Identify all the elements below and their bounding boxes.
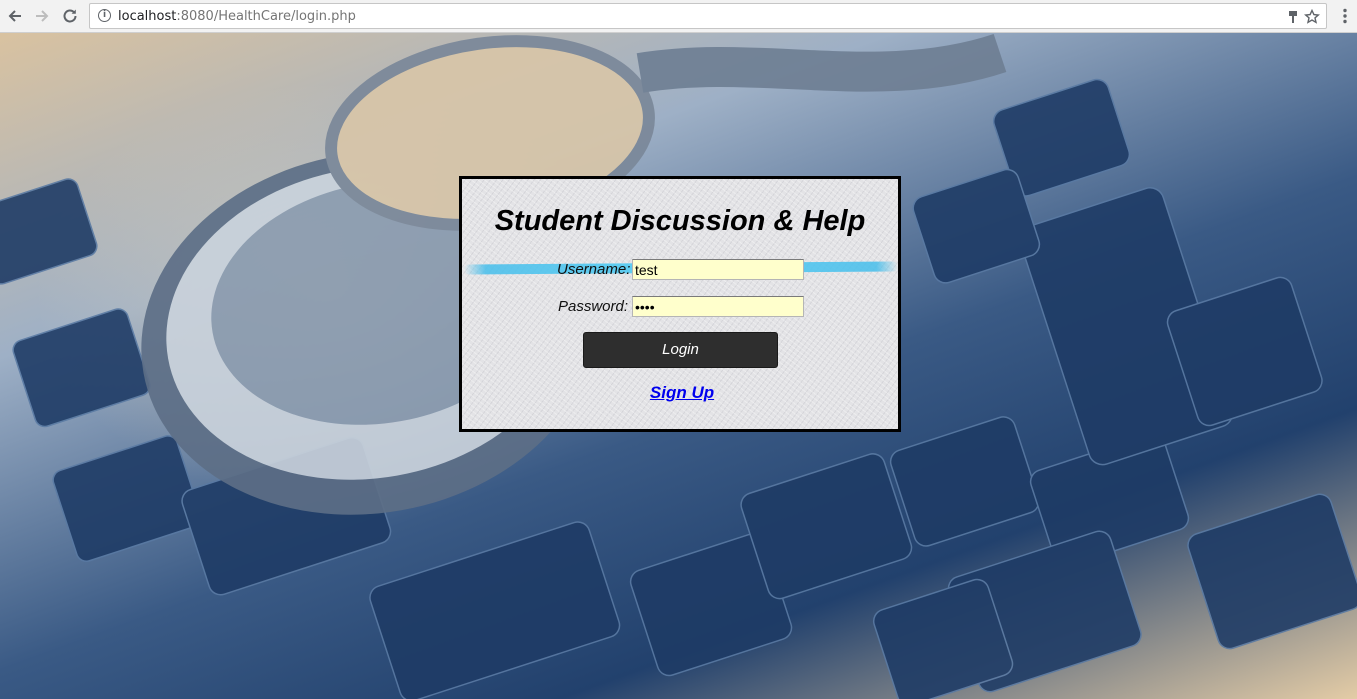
address-bar[interactable]: i localhost:8080/HealthCare/login.php [89,3,1327,29]
password-label: Password: [558,298,629,315]
username-label: Username: [557,261,631,278]
password-input[interactable] [632,296,804,317]
site-info-icon[interactable]: i [98,9,111,22]
extension-icon[interactable] [1284,8,1302,26]
username-input[interactable] [632,259,804,280]
more-vertical-icon [1343,8,1347,24]
url-host: localhost [118,9,177,24]
sign-up-link[interactable]: Sign Up [462,383,902,403]
url-path: :8080/HealthCare/login.php [176,9,356,24]
login-button[interactable]: Login [583,332,778,368]
reload-icon [63,9,77,23]
browser-toolbar: i localhost:8080/HealthCare/login.php [0,0,1357,33]
bookmark-star-icon[interactable] [1303,8,1321,26]
page-title: Student Discussion & Help [494,205,866,237]
url-text: localhost:8080/HealthCare/login.php [118,9,356,24]
login-panel: Student Discussion & Help Username: Pass… [459,176,901,432]
browser-menu-button[interactable] [1334,5,1356,27]
forward-button[interactable] [31,5,53,27]
back-arrow-icon [8,10,21,22]
page-background: Student Discussion & Help Username: Pass… [0,33,1357,699]
forward-arrow-icon [36,10,49,22]
back-button[interactable] [4,5,26,27]
reload-button[interactable] [59,5,81,27]
